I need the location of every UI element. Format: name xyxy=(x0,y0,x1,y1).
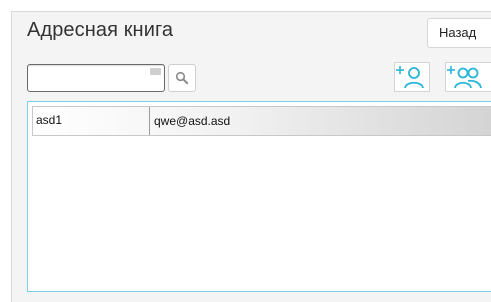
search-input[interactable] xyxy=(32,66,151,92)
add-group-icon xyxy=(447,66,482,89)
contact-row[interactable]: asd1 qwe@asd.asd xyxy=(32,106,491,136)
contact-email: qwe@asd.asd xyxy=(154,114,231,128)
keyboard-icon xyxy=(150,68,161,75)
add-person-icon xyxy=(396,66,424,89)
back-button[interactable]: Назад xyxy=(427,18,491,48)
search-button[interactable] xyxy=(168,64,196,92)
search-icon xyxy=(175,71,189,85)
add-contact-button[interactable] xyxy=(394,62,430,92)
search-field[interactable] xyxy=(27,64,165,92)
contacts-list[interactable]: asd1 qwe@asd.asd xyxy=(27,101,491,292)
contact-name: asd1 xyxy=(33,107,150,135)
page-title: Адресная книга xyxy=(27,19,174,41)
add-group-button[interactable] xyxy=(445,62,491,92)
